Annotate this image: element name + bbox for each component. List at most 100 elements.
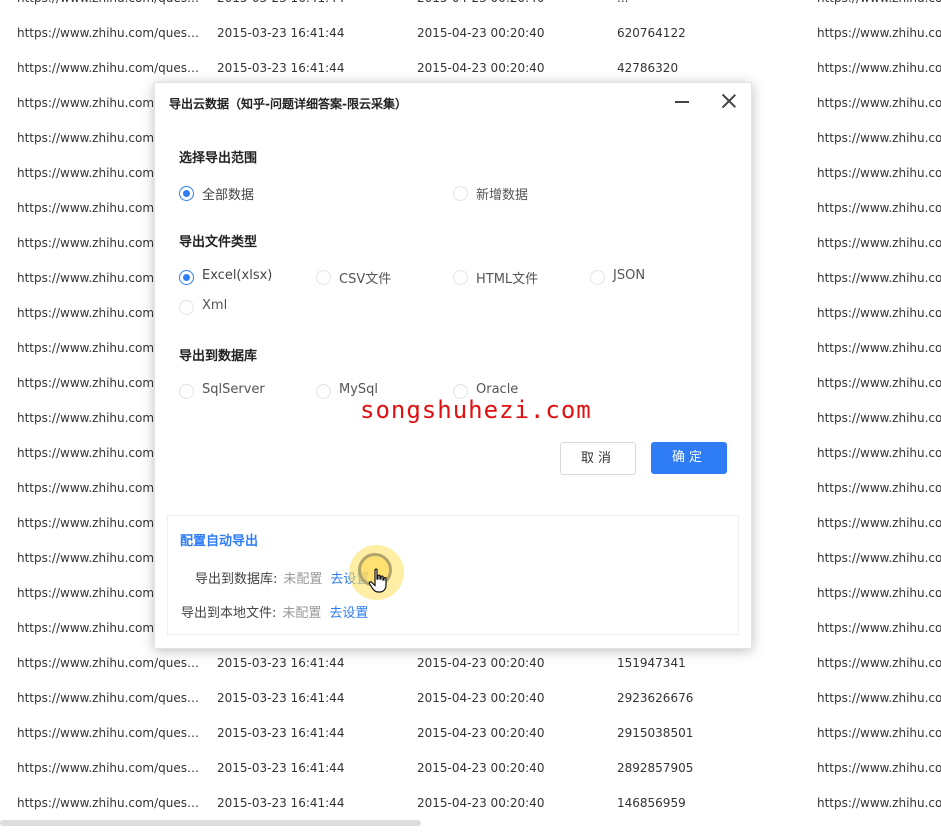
table-cell: https://www.zhihu.com/question...: [17, 761, 202, 775]
table-cell: https://www.zhihu.com/: [817, 61, 941, 75]
dialog-title: 导出云数据（知乎-问题详细答案-限云采集）: [169, 97, 407, 111]
radio-dot: [453, 186, 468, 201]
table-row[interactable]: https://www.zhihu.com/question... 2015-03…: [0, 717, 941, 752]
table-cell: https://www.zhihu.com/: [817, 26, 941, 40]
table-cell: 2015-04-23 00:20:40: [417, 0, 544, 5]
radio-label: MySql: [339, 382, 379, 397]
horizontal-scrollbar[interactable]: [0, 820, 421, 826]
table-cell: https://www.zhihu.com/: [817, 551, 941, 565]
table-cell: 2015-04-23 00:20:40: [417, 726, 545, 740]
table-cell: https://www.zhihu.com/: [817, 621, 941, 635]
table-cell: https://www.zhihu.com/: [817, 586, 941, 600]
radio-label: HTML文件: [476, 272, 539, 287]
table-cell: 2015-04-23 00:20:40: [417, 61, 545, 75]
radio-label: Xml: [202, 298, 228, 313]
auto-file-setup-link[interactable]: 去设置: [329, 606, 368, 621]
table-cell: 2923626676: [617, 691, 694, 705]
table-cell: 146856959: [617, 796, 686, 810]
radio-dot: [453, 270, 468, 285]
radio-dot: [316, 384, 331, 399]
table-cell: 2015-03-23 16:41:44: [217, 691, 345, 705]
table-cell: https://www.zhihu.com/: [817, 761, 941, 775]
export-dialog: 导出云数据（知乎-问题详细答案-限云采集） 选择导出范围 全部数据 新增数据 导…: [154, 82, 752, 649]
table-cell: 2015-03-23 16:41:44: [217, 61, 345, 75]
table-cell: 2015-04-23 00:20:40: [417, 691, 545, 705]
table-cell: https://www.zhihu.com/question...: [17, 26, 202, 40]
table-cell: 42786320: [617, 61, 679, 75]
table-cell: https://www.zhihu.com/: [817, 166, 941, 180]
radio-dot: [316, 270, 331, 285]
radio-label: Excel(xlsx): [202, 268, 273, 283]
table-cell: 2015-03-23 16:41:44: [217, 0, 344, 5]
hand-cursor-icon: [368, 568, 387, 593]
radio-label: SqlServer: [202, 382, 265, 397]
table-cell: https://www.zhihu.com/question...: [17, 656, 202, 670]
auto-file-row: 导出到本地文件: 未配置 去设置: [181, 602, 368, 621]
table-cell: 2015-03-23 16:41:44: [217, 26, 345, 40]
table-row[interactable]: https://www.zhihu.com/question... 2015-03…: [0, 682, 941, 717]
radio-dot: [590, 270, 605, 285]
table-cell: https://www.zhihu.com/: [817, 271, 941, 285]
auto-db-key: 导出到数据库:: [195, 572, 278, 587]
radio-dot: [179, 270, 194, 285]
file-type-label: 导出文件类型: [179, 235, 258, 250]
table-cell: 151947341: [617, 656, 686, 670]
table-row[interactable]: https://www.zhihu.com/question... 2015-03…: [0, 647, 941, 682]
table-cell: https://www.zhihu.com/: [817, 96, 941, 110]
table-cell: https://www.zhihu.com/question...: [17, 691, 202, 705]
table-cell: 2015-04-23 00:20:40: [417, 761, 545, 775]
table-cell: https://www.zhihu.com/: [817, 341, 941, 355]
table-cell: https://www.zhihu.com/: [817, 0, 941, 5]
table-cell: https://www.zhihu.com/question...: [17, 796, 202, 810]
table-cell: 2015-03-23 16:41:44: [217, 726, 345, 740]
radio-dot: [179, 186, 194, 201]
table-cell: https://www.zhihu.com/: [817, 796, 941, 810]
table-cell: https://www.zhihu.com/: [817, 131, 941, 145]
auto-db-status: 未配置: [283, 572, 323, 587]
table-cell: 2015-03-23 16:41:44: [217, 796, 345, 810]
radio-label: Oracle: [476, 382, 519, 397]
table-row[interactable]: https://www.zhihu.com/question... 2015-03…: [0, 0, 941, 17]
minimize-icon[interactable]: [675, 101, 689, 103]
radio-dot: [179, 384, 194, 399]
auto-file-status: 未配置: [282, 606, 322, 621]
table-row[interactable]: https://www.zhihu.com/question... 2015-03…: [0, 17, 941, 52]
radio-label: CSV文件: [339, 272, 392, 287]
table-cell: 2015-03-23 16:41:44: [217, 656, 345, 670]
table-row[interactable]: https://www.zhihu.com/question... 2015-03…: [0, 787, 941, 822]
table-row[interactable]: https://www.zhihu.com/question... 2015-03…: [0, 752, 941, 787]
table-cell: https://www.zhihu.com/: [817, 656, 941, 670]
table-cell: 2015-04-23 00:20:40: [417, 796, 545, 810]
table-cell: ...: [617, 0, 628, 5]
cancel-button[interactable]: 取消: [560, 442, 636, 475]
table-cell: https://www.zhihu.com/: [817, 691, 941, 705]
radio-label: 新增数据: [476, 188, 529, 203]
table-cell: https://www.zhihu.com/: [817, 411, 941, 425]
confirm-button[interactable]: 确定: [651, 442, 727, 474]
auto-export-title: 配置自动导出: [180, 534, 259, 549]
table-cell: https://www.zhihu.com/: [817, 236, 941, 250]
table-cell: 2015-03-23 16:41:44: [217, 761, 345, 775]
table-cell: 2915038501: [617, 726, 694, 740]
table-cell: 2015-04-23 00:20:40: [417, 26, 545, 40]
table-cell: https://www.zhihu.com/: [817, 481, 941, 495]
table-cell: https://www.zhihu.com/: [817, 201, 941, 215]
table-cell: 2892857905: [617, 761, 694, 775]
table-cell: https://www.zhihu.com/question...: [17, 726, 202, 740]
radio-label: 全部数据: [202, 188, 255, 203]
close-icon[interactable]: [720, 92, 738, 110]
table-cell: https://www.zhihu.com/: [817, 726, 941, 740]
radio-label: JSON: [613, 268, 646, 283]
auto-file-key: 导出到本地文件:: [181, 606, 277, 621]
table-cell: https://www.zhihu.com/question...: [17, 61, 202, 75]
auto-db-row: 导出到数据库:未配置去设置: [195, 568, 369, 587]
table-cell: https://www.zhihu.com/: [817, 516, 941, 530]
table-cell: https://www.zhihu.com/: [817, 306, 941, 320]
auto-export-panel: 配置自动导出 导出到数据库: 未配置去设置 导出到本地文件: 未配置去设置: [167, 515, 739, 635]
export-db-label: 导出到数据库: [179, 349, 258, 364]
export-range-label: 选择导出范围: [179, 151, 258, 166]
table-cell: https://www.zhihu.com/: [817, 376, 941, 390]
table-cell: 620764122: [617, 26, 686, 40]
table-cell: https://www.zhihu.com/: [817, 446, 941, 460]
radio-dot: [179, 300, 194, 315]
